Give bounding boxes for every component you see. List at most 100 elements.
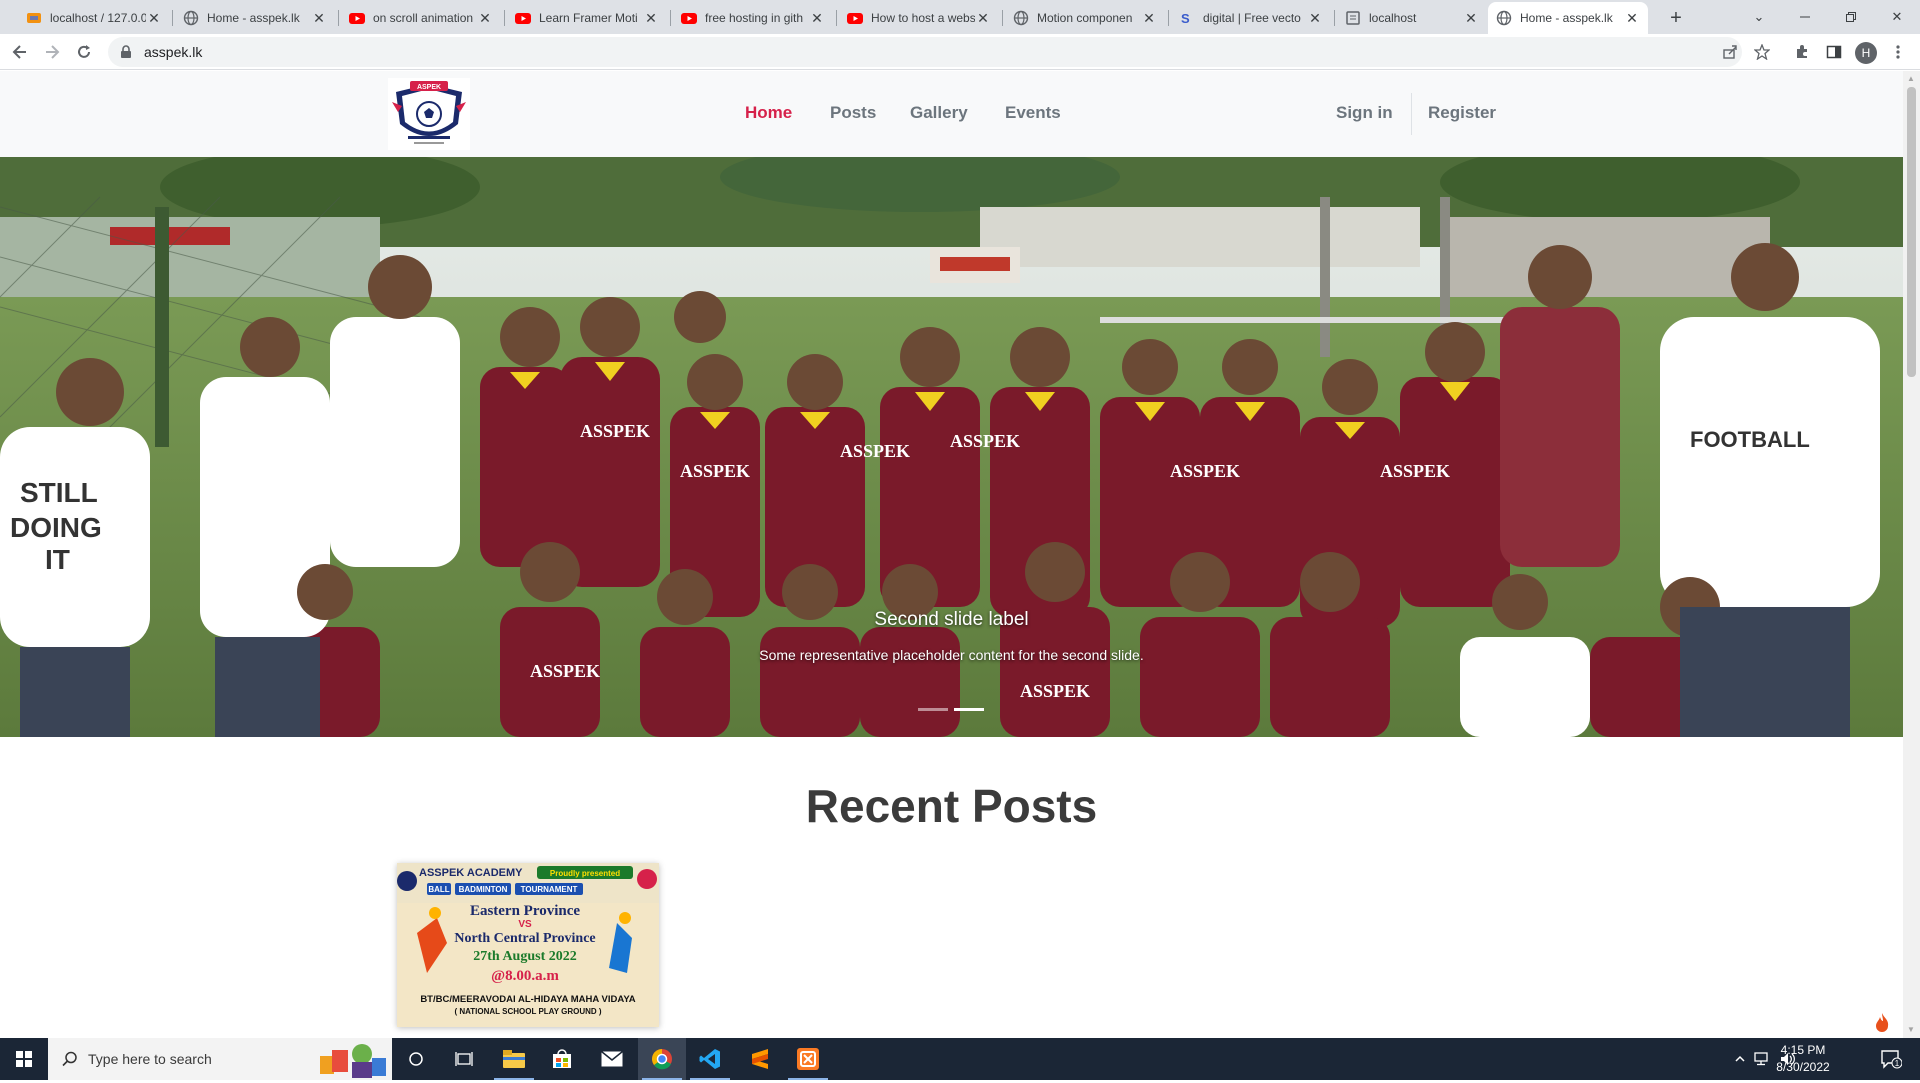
taskbar-search-placeholder: Type here to search [88, 1051, 212, 1067]
carousel-caption-title: Second slide label [874, 609, 1029, 630]
file-explorer-icon[interactable] [490, 1038, 538, 1080]
scrollbar-thumb[interactable] [1907, 87, 1916, 377]
close-tab-icon[interactable]: ✕ [809, 10, 825, 27]
browser-toolbar: asspek.lk H [0, 34, 1920, 70]
share-icon[interactable] [1718, 40, 1742, 64]
nav-events[interactable]: Events [1005, 103, 1061, 123]
microsoft-store-icon[interactable] [538, 1038, 586, 1080]
close-tab-icon[interactable]: ✕ [975, 10, 991, 27]
tab-search-chevron-icon[interactable]: ⌄ [1736, 0, 1782, 34]
taskbar-search-box[interactable]: Type here to search [48, 1038, 392, 1080]
close-tab-icon[interactable]: ✕ [1307, 10, 1323, 27]
windows-taskbar: Type here to search 4:15 PM 8/30/2022 1 [0, 1038, 1920, 1080]
cortana-icon[interactable] [392, 1038, 440, 1080]
address-bar[interactable]: asspek.lk [108, 37, 1742, 67]
clock-time: 4:15 PM [1780, 1043, 1826, 1057]
windows-start-icon[interactable] [0, 1038, 48, 1080]
new-tab-button[interactable]: + [1662, 4, 1690, 32]
browser-tab[interactable]: Learn Framer Moti ✕ [507, 2, 667, 34]
page-icon [1345, 10, 1361, 26]
youtube-icon [349, 10, 365, 26]
browser-tab[interactable]: Motion componen ✕ [1005, 2, 1165, 34]
browser-tab[interactable]: free hosting in gith ✕ [673, 2, 833, 34]
close-tab-icon[interactable]: ✕ [311, 10, 327, 27]
nav-register[interactable]: Register [1428, 103, 1496, 123]
browser-tab[interactable]: S digital | Free vecto ✕ [1171, 2, 1331, 34]
flame-icon[interactable] [1870, 1011, 1894, 1035]
notification-count: 1 [1895, 1059, 1900, 1068]
svg-text:DOING: DOING [10, 512, 102, 543]
poster-venue1: BT/BC/MEERAVODAI AL-HIDAYA MAHA VIDAYA [420, 994, 635, 1005]
close-tab-icon[interactable]: ✕ [1141, 10, 1157, 27]
mail-icon[interactable] [588, 1038, 636, 1080]
scroll-down-icon[interactable]: ▼ [1907, 1025, 1915, 1034]
browser-tab-active[interactable]: Home - asspek.lk ✕ [1488, 2, 1648, 34]
svg-text:ASSPEK: ASSPEK [580, 421, 650, 441]
browser-tab[interactable]: Home - asspek.lk ✕ [175, 2, 335, 34]
close-tab-icon[interactable]: ✕ [477, 10, 493, 27]
svg-text:ASSPEK: ASSPEK [1380, 461, 1450, 481]
scroll-up-icon[interactable]: ▲ [1907, 74, 1915, 83]
taskbar-clock[interactable]: 4:15 PM 8/30/2022 [1764, 1042, 1842, 1076]
extensions-puzzle-icon[interactable] [1790, 40, 1814, 64]
svg-text:ASSPEK: ASSPEK [1020, 681, 1090, 701]
globe-icon [1013, 10, 1029, 26]
browser-tab[interactable]: on scroll animation ✕ [341, 2, 501, 34]
site-logo[interactable]: ASPEK [388, 78, 470, 150]
close-window-button[interactable]: ✕ [1874, 0, 1920, 34]
youtube-icon [515, 10, 531, 26]
poster-line1b: Proudly presented [550, 869, 620, 878]
close-tab-icon[interactable]: ✕ [643, 10, 659, 27]
poster-venue2: ( NATIONAL SCHOOL PLAY GROUND ) [454, 1007, 601, 1016]
logo-text: ASPEK [417, 84, 441, 91]
poster-line4: North Central Province [454, 931, 595, 946]
side-panel-icon[interactable] [1822, 40, 1846, 64]
svg-text:FOOTBALL: FOOTBALL [1690, 427, 1810, 452]
nav-home[interactable]: Home [745, 103, 792, 123]
browser-tab[interactable]: localhost / 127.0.0. ✕ [18, 2, 170, 34]
forward-arrow-icon[interactable] [38, 38, 66, 66]
hero-carousel[interactable]: ASSPEK ASSPEK ASSPEK ASSPEK ASSPEK ASSPEK A… [0, 157, 1903, 737]
chrome-taskbar-icon[interactable] [638, 1038, 686, 1080]
more-menu-icon[interactable] [1886, 40, 1910, 64]
xampp-icon[interactable] [784, 1038, 832, 1080]
recent-posts-heading: Recent Posts [805, 780, 1098, 832]
phpmyadmin-icon [26, 10, 42, 26]
nav-sign-in[interactable]: Sign in [1336, 103, 1393, 123]
carousel-indicator-2[interactable] [954, 708, 984, 711]
notification-center-icon[interactable]: 1 [1880, 1038, 1902, 1080]
poster-date: 27th August 2022 [473, 949, 576, 964]
youtube-icon [681, 10, 697, 26]
carousel-indicator-1[interactable] [918, 708, 948, 711]
close-tab-icon[interactable]: ✕ [146, 10, 162, 27]
minimize-button[interactable] [1782, 0, 1828, 34]
post-card[interactable]: ASSPEK ACADEMY Proudly presented BALL BA… [397, 863, 659, 1027]
svg-text:S: S [1181, 11, 1190, 26]
svg-text:ASSPEK: ASSPEK [1170, 461, 1240, 481]
tray-chevron-icon[interactable] [1734, 1038, 1746, 1080]
page-scrollbar[interactable]: ▲ ▼ [1903, 71, 1920, 1038]
restore-button[interactable] [1828, 0, 1874, 34]
poster-vs: VS [518, 919, 532, 930]
bookmark-star-icon[interactable] [1750, 40, 1774, 64]
poster-word: BALL [428, 885, 449, 894]
sublime-text-icon[interactable] [736, 1038, 784, 1080]
poster-word: BADMINTON [459, 885, 508, 894]
browser-tab[interactable]: How to host a webs ✕ [839, 2, 999, 34]
svg-text:ASSPEK: ASSPEK [680, 461, 750, 481]
browser-tab[interactable]: localhost ✕ [1337, 2, 1487, 34]
nav-gallery[interactable]: Gallery [910, 103, 968, 123]
vscode-icon[interactable] [686, 1038, 734, 1080]
reload-icon[interactable] [70, 38, 98, 66]
nav-divider [1411, 93, 1412, 135]
profile-avatar[interactable]: H [1855, 42, 1877, 64]
back-arrow-icon[interactable] [6, 38, 34, 66]
page-viewport: ASPEK Home Posts Gallery Events Sign in … [0, 71, 1903, 1038]
close-tab-icon[interactable]: ✕ [1463, 10, 1479, 27]
nav-posts[interactable]: Posts [830, 103, 876, 123]
search-highlight-icon [316, 1040, 390, 1083]
tournament-poster: ASSPEK ACADEMY Proudly presented BALL BA… [397, 863, 659, 1027]
poster-word: TOURNAMENT [521, 885, 578, 894]
close-tab-icon[interactable]: ✕ [1624, 10, 1640, 27]
task-view-icon[interactable] [440, 1038, 488, 1080]
